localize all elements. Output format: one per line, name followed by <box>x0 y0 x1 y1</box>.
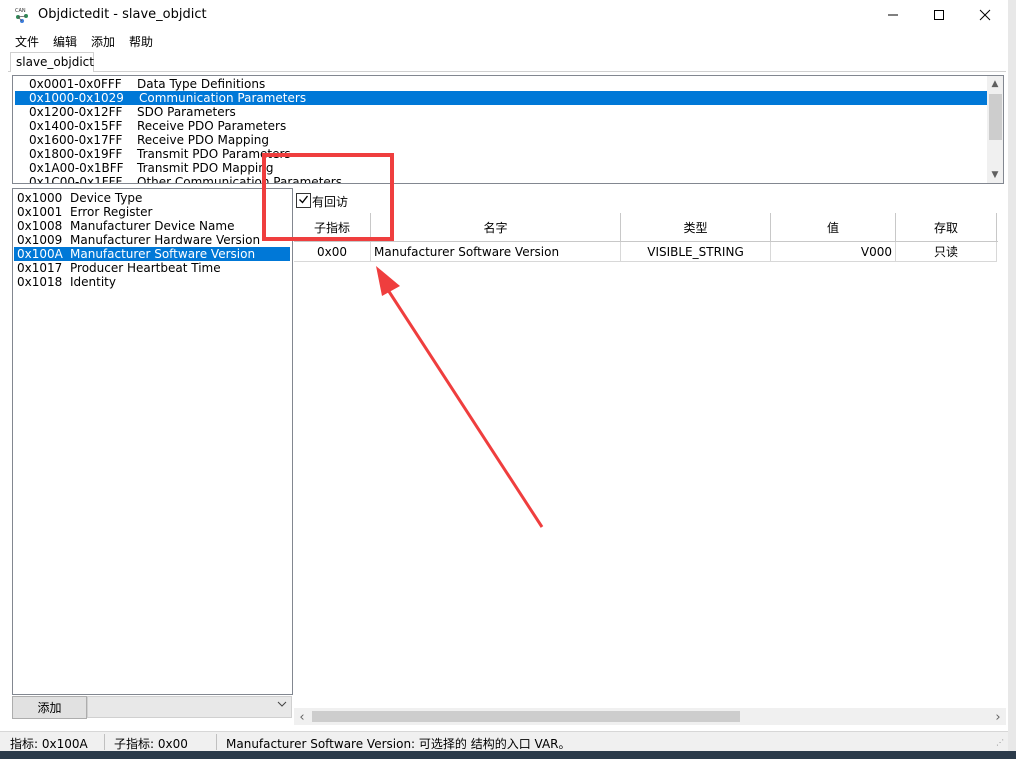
scroll-thumb[interactable] <box>989 94 1002 140</box>
grid-hscrollbar[interactable]: ‹ › <box>294 708 1006 725</box>
cell-subindex[interactable]: 0x00 <box>294 242 371 262</box>
tab-label: slave_objdict <box>16 55 94 69</box>
col-type-header[interactable]: 类型 <box>621 213 771 241</box>
cell-access[interactable]: 只读 <box>896 242 997 262</box>
can-network-icon: CAN <box>14 6 32 24</box>
range-item[interactable]: 0x1A00-0x1BFF Transmit PDO Mapping <box>15 161 987 175</box>
cell-type[interactable]: VISIBLE_STRING <box>621 242 771 262</box>
col-access-header[interactable]: 存取 <box>896 213 997 241</box>
range-list-scrollbar[interactable]: ▲ ▼ <box>987 76 1003 183</box>
index-label: Identity <box>70 275 116 289</box>
index-code: 0x1008 <box>17 219 63 233</box>
index-code: 0x100A <box>17 247 63 261</box>
status-description: Manufacturer Software Version: 可选择的 结构的入… <box>226 737 571 751</box>
range-item[interactable]: 0x1800-0x19FF Transmit PDO Parameters <box>15 147 987 161</box>
add-entry-dropdown[interactable] <box>87 696 292 718</box>
range-code: 0x1400-0x15FF <box>29 119 123 133</box>
range-label: Data Type Definitions <box>137 77 266 91</box>
scroll-thumb[interactable] <box>312 711 740 722</box>
range-item-selected[interactable]: 0x1000-0x1029 Communication Parameters <box>15 91 987 105</box>
range-code: 0x1C00-0x1FFF <box>29 175 123 184</box>
index-item[interactable]: 0x1001 Error Register <box>14 205 290 219</box>
index-item[interactable]: 0x1017 Producer Heartbeat Time <box>14 261 290 275</box>
range-code: 0x1A00-0x1BFF <box>29 161 124 175</box>
chevron-down-icon <box>277 699 287 712</box>
index-item[interactable]: 0x1018 Identity <box>14 275 290 289</box>
col-value-header[interactable]: 值 <box>771 213 896 241</box>
index-label: Manufacturer Software Version <box>70 247 256 261</box>
close-icon <box>979 9 991 21</box>
index-label: Device Type <box>70 191 143 205</box>
maximize-icon <box>934 10 944 20</box>
maximize-button[interactable] <box>916 0 962 30</box>
index-code: 0x1001 <box>17 205 63 219</box>
menu-help[interactable]: 帮助 <box>129 33 153 50</box>
range-label: Transmit PDO Mapping <box>137 161 274 175</box>
range-item[interactable]: 0x1400-0x15FF Receive PDO Parameters <box>15 119 987 133</box>
close-button[interactable] <box>962 0 1008 30</box>
range-code: 0x1000-0x1029 <box>29 91 124 105</box>
index-list[interactable]: 0x1000 Device Type 0x1001 Error Register… <box>12 188 293 695</box>
svg-text:CAN: CAN <box>15 8 26 14</box>
scroll-down-icon[interactable]: ▼ <box>987 167 1003 183</box>
index-code: 0x1000 <box>17 191 63 205</box>
menu-edit[interactable]: 编辑 <box>53 33 77 50</box>
index-range-list[interactable]: 0x0001-0x0FFF Data Type Definitions 0x10… <box>12 75 1004 184</box>
status-subindex: 子指标: 0x00 <box>114 737 188 751</box>
index-label: Producer Heartbeat Time <box>70 261 221 275</box>
window-edge <box>1008 0 1016 751</box>
range-label: Receive PDO Mapping <box>137 133 270 147</box>
col-name-header[interactable]: 名字 <box>371 213 621 241</box>
index-item[interactable]: 0x1009 Manufacturer Hardware Version <box>14 233 290 247</box>
index-code: 0x1017 <box>17 261 63 275</box>
range-code: 0x1800-0x19FF <box>29 147 123 161</box>
index-code: 0x1018 <box>17 275 63 289</box>
annotation-arrow-icon <box>376 266 544 528</box>
minimize-button[interactable] <box>870 0 916 30</box>
window-title: Objdictedit - slave_objdict <box>38 7 207 22</box>
range-code: 0x1600-0x17FF <box>29 133 123 147</box>
status-bar: 指标: 0x100A 子指标: 0x00 Manufacturer Softwa… <box>0 731 1008 752</box>
scroll-up-icon[interactable]: ▲ <box>987 76 1003 92</box>
status-divider <box>216 734 217 750</box>
add-button[interactable]: 添加 <box>12 696 87 719</box>
index-label: Error Register <box>70 205 153 219</box>
range-code: 0x0001-0x0FFF <box>29 77 122 91</box>
tab-slave-objdict[interactable]: slave_objdict <box>10 52 94 72</box>
range-item[interactable]: 0x1600-0x17FF Receive PDO Mapping <box>15 133 987 147</box>
range-label: SDO Parameters <box>137 105 236 119</box>
scroll-right-icon[interactable]: › <box>990 709 1006 725</box>
annotation-highlight-box <box>262 153 394 241</box>
minimize-icon <box>888 14 898 16</box>
index-item-selected[interactable]: 0x100A Manufacturer Software Version <box>14 247 290 261</box>
taskbar <box>0 751 1016 759</box>
index-item[interactable]: 0x1000 Device Type <box>14 191 290 205</box>
resize-grip-icon[interactable]: ⋰ <box>996 738 1004 747</box>
cell-name[interactable]: Manufacturer Software Version <box>371 242 621 262</box>
menu-file[interactable]: 文件 <box>15 33 39 50</box>
range-item[interactable]: 0x0001-0x0FFF Data Type Definitions <box>15 77 987 91</box>
scroll-left-icon[interactable]: ‹ <box>294 709 310 725</box>
index-label: Manufacturer Device Name <box>70 219 235 233</box>
index-item[interactable]: 0x1008 Manufacturer Device Name <box>14 219 290 233</box>
menu-add[interactable]: 添加 <box>91 33 115 50</box>
grid-header: 子指标 名字 类型 值 存取 <box>294 213 998 242</box>
status-index: 指标: 0x100A <box>10 737 88 751</box>
index-code: 0x1009 <box>17 233 63 247</box>
status-divider <box>104 734 105 750</box>
range-item[interactable]: 0x1C00-0x1FFF Other Communication Parame… <box>15 175 987 184</box>
range-code: 0x1200-0x12FF <box>29 105 123 119</box>
range-item[interactable]: 0x1200-0x12FF SDO Parameters <box>15 105 987 119</box>
range-label: Receive PDO Parameters <box>137 119 287 133</box>
index-label: Manufacturer Hardware Version <box>70 233 261 247</box>
cell-value[interactable]: V000 <box>771 242 896 262</box>
range-label: Communication Parameters <box>139 91 307 105</box>
